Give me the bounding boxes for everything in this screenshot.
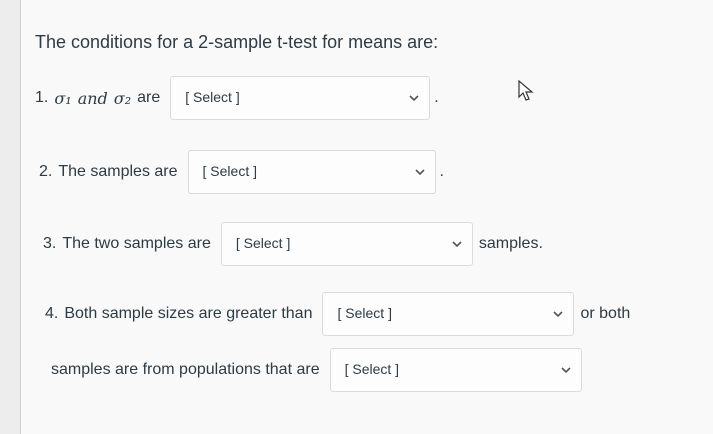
chevron-down-icon (407, 91, 421, 105)
chevron-down-icon (551, 307, 565, 321)
select-dropdown-1[interactable]: [ Select ] (170, 76, 431, 120)
item-trailing-2: . (439, 163, 444, 180)
item-trailing-3: samples. (478, 235, 543, 252)
condition-row-1: 1. σ₁ and σ₂ are [ Select ] . (35, 76, 439, 120)
select-placeholder-4: [ Select ] (337, 305, 392, 321)
item-number-1: 1. (35, 89, 49, 106)
condition-row-2: 2. The samples are [ Select ] . (39, 150, 444, 194)
select-dropdown-3[interactable]: [ Select ] (220, 222, 473, 266)
item-number-2: 2. (39, 163, 53, 180)
select-placeholder-1: [ Select ] (185, 89, 240, 105)
item-trailing-1: . (434, 89, 439, 106)
item-lead-text-1: are (137, 89, 161, 106)
condition-row-5: samples are from populations that are [ … (51, 348, 582, 392)
select-dropdown-5[interactable]: [ Select ] (329, 348, 582, 392)
condition-row-4: 4. Both sample sizes are greater than [ … (45, 292, 630, 336)
select-dropdown-4[interactable]: [ Select ] (322, 292, 575, 336)
select-placeholder-2: [ Select ] (202, 163, 257, 179)
item-trailing-4: or both (580, 305, 631, 322)
item-lead-text-2: The samples are (58, 163, 178, 180)
item-number-3: 3. (43, 235, 57, 252)
item-number-4: 4. (45, 305, 59, 322)
chevron-down-icon (559, 363, 573, 377)
item-lead-text-5: samples are from populations that are (51, 361, 320, 378)
item-lead-text-4: Both sample sizes are greater than (64, 305, 313, 322)
question-prompt: The conditions for a 2-sample t-test for… (35, 32, 439, 52)
page-left-border (0, 0, 21, 434)
and-word: and (77, 88, 108, 108)
select-placeholder-5: [ Select ] (344, 361, 400, 377)
sigma1-symbol: σ₁ (54, 88, 72, 108)
chevron-down-icon (413, 165, 427, 179)
sigma2-symbol: σ₂ (113, 88, 132, 108)
select-dropdown-2[interactable]: [ Select ] (187, 150, 436, 194)
select-placeholder-3: [ Select ] (235, 235, 291, 251)
question-panel: The conditions for a 2-sample t-test for… (21, 0, 713, 434)
item-lead-text-3: The two samples are (62, 235, 211, 252)
chevron-down-icon (450, 237, 464, 251)
condition-row-3: 3. The two samples are [ Select ] sample… (43, 222, 543, 266)
mouse-cursor-icon (518, 79, 534, 102)
